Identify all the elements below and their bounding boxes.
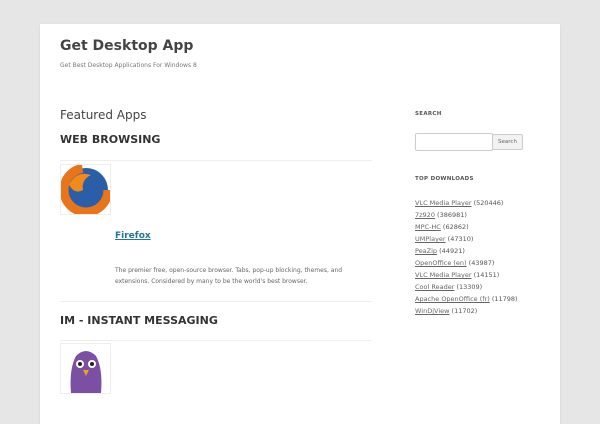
list-item: UMPlayer (47310) [415,233,518,245]
category-heading: WEB BROWSING [60,133,161,146]
download-link[interactable]: PeaZip [415,247,437,255]
site-title[interactable]: Get Desktop App [60,38,193,54]
download-count: (14151) [473,271,500,279]
firefox-icon[interactable] [60,164,111,215]
list-item: MPC-HC (62862) [415,221,518,233]
download-count: (520446) [473,199,504,207]
download-link[interactable]: OpenOffice (en) [415,259,467,267]
search-widget-title: SEARCH [415,111,442,117]
list-item: WinDjView (11702) [415,305,518,317]
category-heading: IM - INSTANT MESSAGING [60,314,218,327]
list-item: Apache OpenOffice (fr) (11798) [415,293,518,305]
page: Get Desktop App Get Best Desktop Applica… [40,24,560,424]
divider [60,301,372,302]
featured-heading: Featured Apps [60,108,147,122]
app-description: The premier free, open-source browser. T… [115,267,343,285]
download-count: (47310) [447,235,474,243]
download-link[interactable]: MPC-HC [415,223,441,231]
list-item: Cool Reader (13309) [415,281,518,293]
download-count: (13309) [456,283,483,291]
download-count: (11798) [491,295,518,303]
site-tagline: Get Best Desktop Applications For Window… [60,62,197,69]
download-link[interactable]: UMPlayer [415,235,446,243]
download-link[interactable]: Cool Reader [415,283,454,291]
download-link[interactable]: WinDjView [415,307,449,315]
app-link-firefox[interactable]: Firefox [115,231,151,241]
list-item: VLC Media Player (520446) [415,197,518,209]
list-item: VLC Media Player (14151) [415,269,518,281]
pidgin-icon[interactable] [60,343,111,394]
top-downloads-list: VLC Media Player (520446) 7z920 (386981)… [415,197,518,317]
list-item: PeaZip (44921) [415,245,518,257]
download-link[interactable]: 7z920 [415,211,435,219]
download-link[interactable]: Apache OpenOffice (fr) [415,295,490,303]
download-count: (43987) [468,259,495,267]
top-downloads-title: TOP DOWNLOADS [415,176,474,182]
list-item: OpenOffice (en) (43987) [415,257,518,269]
search-input[interactable] [415,133,493,151]
list-item: 7z920 (386981) [415,209,518,221]
download-link[interactable]: VLC Media Player [415,271,472,279]
download-count: (44921) [439,247,465,255]
divider [60,160,372,161]
download-count: (386981) [437,211,467,219]
divider [60,340,372,341]
search-button[interactable]: Search [492,134,523,150]
download-count: (62862) [442,223,469,231]
download-link[interactable]: VLC Media Player [415,199,472,207]
download-count: (11702) [451,307,478,315]
